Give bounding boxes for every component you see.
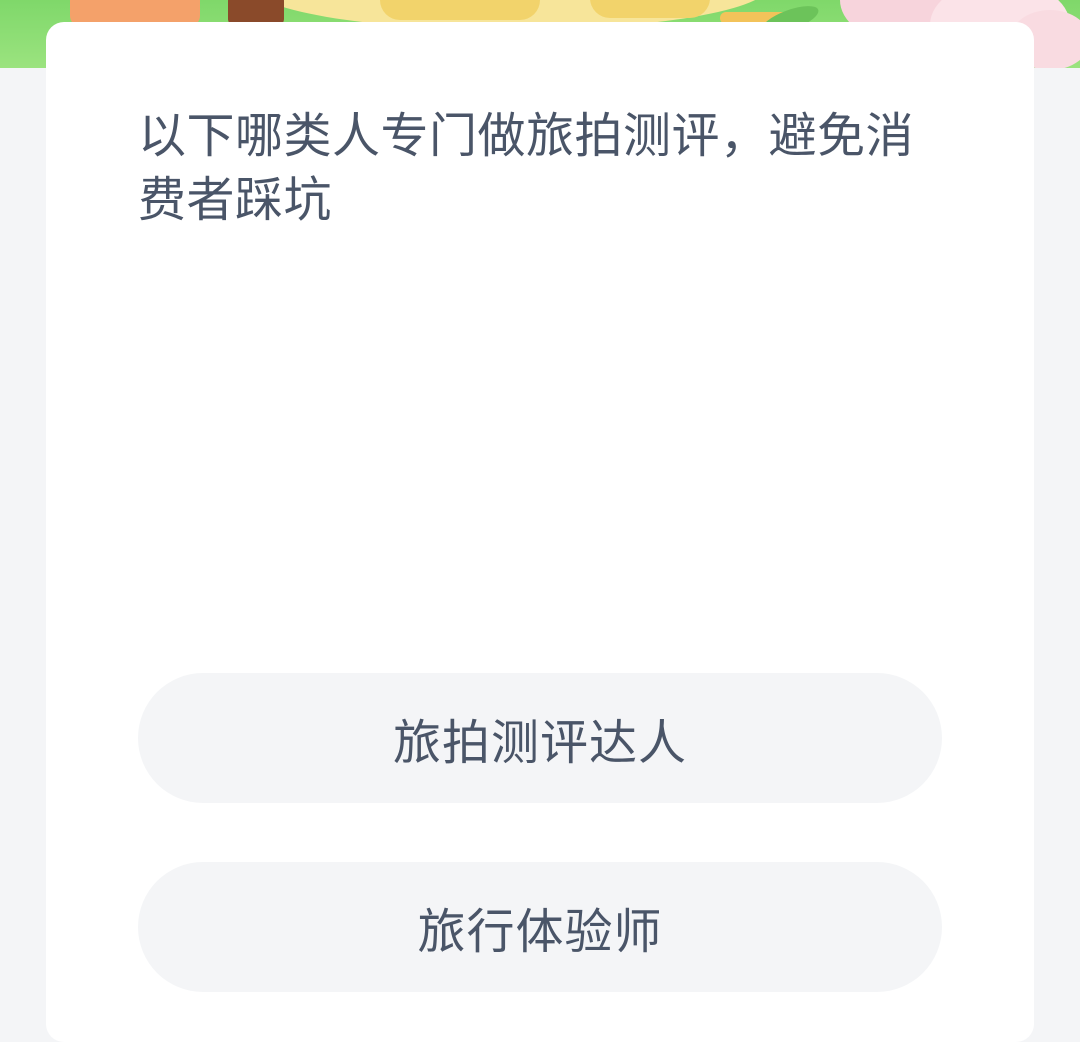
banner-hill-shape xyxy=(590,0,710,18)
answer-option-1[interactable]: 旅拍测评达人 xyxy=(138,673,942,803)
question-text: 以下哪类人专门做旅拍测评，避免消费者踩坑 xyxy=(138,108,915,228)
answer-option-2[interactable]: 旅行体验师 xyxy=(138,862,942,992)
quiz-card: 以下哪类人专门做旅拍测评，避免消费者踩坑 旅拍测评达人 旅行体验师 xyxy=(46,22,1034,1042)
answer-option-label: 旅行体验师 xyxy=(417,904,663,960)
banner-hill-shape xyxy=(380,0,540,20)
answer-option-label: 旅拍测评达人 xyxy=(392,715,687,771)
